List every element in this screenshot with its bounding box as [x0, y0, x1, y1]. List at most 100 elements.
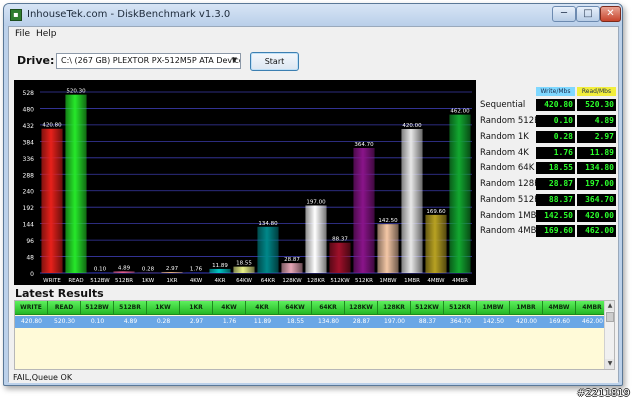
grid-column-header[interactable]: 64KR — [312, 301, 345, 315]
grid-column-header[interactable]: 1KR — [180, 301, 213, 315]
x-tick-label: 512KW — [330, 278, 350, 284]
title-bar[interactable]: ▪ InhouseTek.com - DiskBenchmark v1.3.0 … — [4, 4, 622, 26]
x-tick-label: 1KR — [167, 278, 178, 284]
grid-column-header[interactable]: 4KR — [246, 301, 279, 315]
x-tick-label: 4MBW — [427, 278, 445, 284]
bar-value-label: 364.70 — [354, 142, 374, 148]
chevron-down-icon: ▼ — [231, 56, 237, 64]
drive-toolbar: Drive: C:\ (267 GB) PLEXTOR PX-512M5P AT… — [9, 42, 618, 78]
x-tick-label: 4KR — [215, 278, 226, 284]
menu-help[interactable]: Help — [36, 29, 57, 39]
write-value: 88.37 — [536, 194, 575, 206]
y-tick-label: 48 — [26, 255, 34, 262]
result-row: Random 64K 18.55 134.80 — [479, 162, 617, 174]
bar-value-label: 28.87 — [284, 257, 300, 263]
result-row: Random 1K 0.28 2.97 — [479, 131, 617, 143]
window-title: InhouseTek.com - DiskBenchmark v1.3.0 — [27, 9, 231, 20]
close-button[interactable]: ✕ — [600, 6, 621, 22]
start-button[interactable]: Start — [250, 52, 299, 71]
table-row[interactable]: 420.80 520.30 0.10 4.89 0.28 2.97 1.76 11.89 18.… — [15, 316, 604, 328]
read-value: 197.00 — [577, 178, 616, 190]
x-tick-label: WRITE — [43, 278, 61, 284]
read-header: Read/Mbs — [577, 87, 616, 96]
x-tick-label: 512BW — [90, 278, 110, 284]
status-text: FAIL,Queue OK — [13, 373, 73, 382]
bar — [257, 226, 279, 273]
bar-value-label: 142.50 — [378, 218, 398, 224]
grid-column-header[interactable]: WRITE — [15, 301, 48, 315]
menu-file[interactable]: File — [15, 29, 30, 39]
x-tick-label: 1KW — [142, 278, 155, 284]
drive-select[interactable]: C:\ (267 GB) PLEXTOR PX-512M5P ATA Devic… — [56, 53, 241, 69]
write-value: 28.87 — [536, 178, 575, 190]
benchmark-chart: 0 48 96 144 192 240 288 336 384 432 480 528 420.80 WR… — [14, 80, 476, 285]
y-tick-label: 288 — [23, 172, 35, 179]
grid-cell: 18.55 — [286, 318, 305, 325]
y-tick-label: 240 — [23, 189, 35, 196]
x-tick-label: 4KW — [190, 278, 203, 284]
grid-cell: 11.89 — [253, 318, 272, 325]
bar — [377, 224, 399, 273]
read-value: 364.70 — [577, 194, 616, 206]
write-value: 420.80 — [536, 99, 575, 111]
x-tick-label: 1MBR — [404, 278, 420, 284]
result-row: Random 512B 0.10 4.89 — [479, 115, 617, 127]
grid-column-header[interactable]: 512BW — [81, 301, 114, 315]
grid-cell: 1.76 — [222, 318, 237, 325]
grid-column-header[interactable]: 64KW — [279, 301, 312, 315]
bar — [65, 94, 87, 273]
grid-column-header[interactable]: 1MBW — [477, 301, 510, 315]
result-label: Random 512B — [480, 116, 540, 126]
grid-column-header[interactable]: 4MBW — [543, 301, 576, 315]
x-tick-label: 64KR — [261, 278, 276, 284]
grid-cell: 364.70 — [450, 318, 471, 325]
bar — [137, 272, 159, 273]
result-label: Random 64K — [480, 163, 535, 173]
grid-scrollbar[interactable]: ▲ ▼ — [604, 301, 614, 369]
scroll-thumb[interactable] — [606, 312, 614, 322]
bar-value-label: 420.00 — [402, 123, 422, 129]
grid-cell: 4.89 — [123, 318, 138, 325]
grid-cell: 520.30 — [54, 318, 75, 325]
grid-cell: 0.28 — [156, 318, 171, 325]
grid-column-header[interactable]: 512KW — [411, 301, 444, 315]
scroll-up-icon[interactable]: ▲ — [605, 301, 614, 311]
grid-column-header[interactable]: READ — [48, 301, 81, 315]
scroll-down-icon[interactable]: ▼ — [605, 359, 614, 369]
read-value: 462.00 — [577, 225, 616, 237]
write-header: Write/Mbs — [536, 87, 575, 96]
bar-value-label: 520.30 — [66, 89, 86, 95]
bar — [449, 114, 471, 273]
result-label: Random 4MB — [480, 226, 537, 236]
result-row: Random 4MB 169.60 462.00 — [479, 225, 617, 237]
bar — [41, 128, 63, 273]
y-tick-label: 384 — [23, 139, 35, 146]
watermark: #2211819 — [577, 388, 630, 399]
grid-column-header[interactable]: 1KW — [147, 301, 180, 315]
grid-cell: 0.10 — [90, 318, 105, 325]
bar — [281, 263, 303, 273]
grid-column-header[interactable]: 512BR — [114, 301, 147, 315]
menu-bar: File Help — [9, 27, 618, 42]
grid-column-header[interactable]: 512KR — [444, 301, 477, 315]
latest-results-grid[interactable]: WRITE READ 512BW 512BR 1KW 1KR 4KW 4KR 64KW 64KR 1… — [14, 300, 615, 370]
bar — [329, 242, 351, 273]
result-label: Random 512K — [480, 195, 540, 205]
result-label: Random 1K — [480, 132, 529, 142]
grid-column-header[interactable]: 1MBR — [510, 301, 543, 315]
grid-column-header[interactable]: 128KW — [345, 301, 378, 315]
minimize-button[interactable]: ─ — [552, 6, 576, 22]
maximize-button[interactable]: □ — [576, 6, 600, 22]
app-icon[interactable]: ▪ — [10, 9, 22, 21]
grid-column-header[interactable]: 128KR — [378, 301, 411, 315]
bar — [89, 272, 111, 273]
bar — [305, 205, 327, 273]
bar-value-label: 197.00 — [306, 199, 326, 205]
result-row: Random 512K 88.37 364.70 — [479, 194, 617, 206]
grid-column-header[interactable]: 4KW — [213, 301, 246, 315]
read-value: 11.89 — [577, 147, 616, 159]
bar — [233, 266, 255, 273]
x-tick-label: 128KW — [282, 278, 302, 284]
write-value: 169.60 — [536, 225, 575, 237]
grid-header-row: WRITE READ 512BW 512BR 1KW 1KR 4KW 4KR 64KW 64KR 1… — [15, 301, 609, 315]
